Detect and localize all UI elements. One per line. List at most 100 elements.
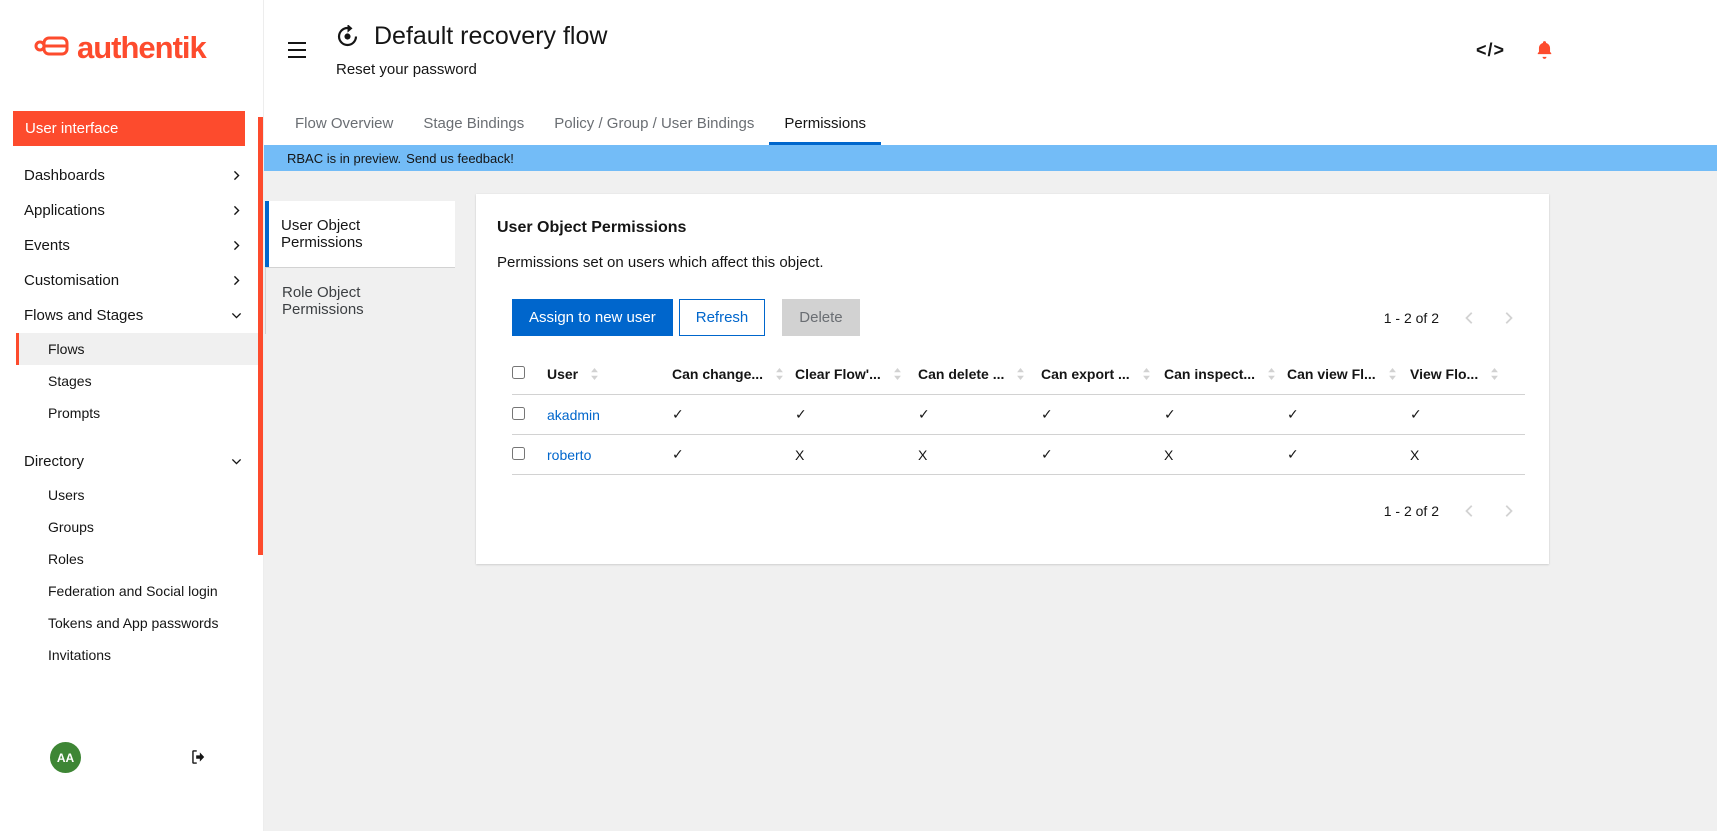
sort-icon bbox=[590, 368, 599, 380]
authentik-logo[interactable]: authentik bbox=[0, 0, 263, 66]
permission-cell: ✓ bbox=[918, 395, 1041, 435]
sidebar-section-gap bbox=[0, 429, 263, 444]
toolbar: Assign to new user Refresh Delete 1 - 2 … bbox=[512, 299, 1525, 336]
permission-cell: ✓ bbox=[672, 435, 795, 475]
column-header-clear-flow[interactable]: Clear Flow'... bbox=[795, 354, 918, 395]
row-checkbox[interactable] bbox=[512, 407, 525, 420]
tab-policy-group-user-bindings[interactable]: Policy / Group / User Bindings bbox=[539, 107, 769, 145]
sidebar-item-label: Events bbox=[24, 237, 70, 254]
feedback-link[interactable]: Send us feedback! bbox=[406, 151, 514, 166]
sidebar-item-user-interface[interactable]: User interface bbox=[13, 111, 245, 146]
row-checkbox[interactable] bbox=[512, 447, 525, 460]
sidebar-nav: Dashboards Applications Events Customisa… bbox=[0, 158, 263, 671]
pagination-top: 1 - 2 of 2 bbox=[1384, 310, 1525, 326]
sidebar-item-federation[interactable]: Federation and Social login bbox=[16, 575, 263, 607]
card-description: Permissions set on users which affect th… bbox=[497, 254, 1525, 271]
topbar-icons: </> bbox=[1476, 40, 1554, 61]
assign-to-new-user-button[interactable]: Assign to new user bbox=[512, 299, 673, 336]
sidebar-item-label: Dashboards bbox=[24, 167, 105, 184]
select-all-checkbox[interactable] bbox=[512, 366, 525, 379]
user-link[interactable]: akadmin bbox=[547, 407, 600, 423]
permission-cell: ✓ bbox=[1287, 395, 1410, 435]
permission-cell: X bbox=[1410, 435, 1525, 475]
sidebar-item-events[interactable]: Events bbox=[0, 228, 263, 263]
authentik-logo-icon bbox=[34, 35, 70, 61]
sidebar-footer: AA bbox=[0, 742, 263, 774]
pagination-label: 1 - 2 of 2 bbox=[1384, 503, 1439, 519]
column-header-can-export[interactable]: Can export ... bbox=[1041, 354, 1164, 395]
pagination-next-icon[interactable] bbox=[1501, 504, 1515, 518]
column-header-view-flow[interactable]: View Flo... bbox=[1410, 354, 1525, 395]
permission-cell: ✓ bbox=[795, 395, 918, 435]
sidebar: authentik User interface Dashboards Appl… bbox=[0, 0, 264, 831]
hamburger-menu-icon[interactable] bbox=[288, 42, 306, 63]
rbac-preview-banner: RBAC is in preview. Send us feedback! bbox=[264, 145, 1717, 171]
sidebar-scrollbar[interactable] bbox=[258, 117, 263, 555]
chevron-down-icon bbox=[231, 310, 242, 321]
sidebar-item-flows[interactable]: Flows bbox=[16, 333, 263, 365]
permissions-table: User Can change... Clear Flow'... Can de… bbox=[512, 354, 1525, 475]
pagination-bottom: 1 - 2 of 2 bbox=[512, 503, 1525, 519]
permission-cell: X bbox=[795, 435, 918, 475]
row-select-cell bbox=[512, 395, 547, 435]
sidebar-item-prompts[interactable]: Prompts bbox=[16, 397, 263, 429]
avatar[interactable]: AA bbox=[50, 742, 81, 773]
delete-button[interactable]: Delete bbox=[782, 299, 859, 336]
chevron-right-icon bbox=[231, 170, 242, 181]
user-cell: roberto bbox=[547, 435, 672, 475]
user-object-permissions-card: User Object Permissions Permissions set … bbox=[476, 194, 1549, 564]
chevron-right-icon bbox=[231, 275, 242, 286]
banner-text: RBAC is in preview. bbox=[287, 151, 401, 166]
sort-icon bbox=[1490, 368, 1499, 380]
card-inner: Assign to new user Refresh Delete 1 - 2 … bbox=[512, 299, 1525, 519]
pagination-prev-icon[interactable] bbox=[1463, 504, 1477, 518]
pagination-label: 1 - 2 of 2 bbox=[1384, 310, 1439, 326]
permission-cell: X bbox=[1164, 435, 1287, 475]
table-row: roberto ✓ X X ✓ X ✓ X bbox=[512, 435, 1525, 475]
chevron-right-icon bbox=[231, 240, 242, 251]
sidebar-item-dashboards[interactable]: Dashboards bbox=[0, 158, 263, 193]
chevron-down-icon bbox=[231, 456, 242, 467]
sidebar-item-customisation[interactable]: Customisation bbox=[0, 263, 263, 298]
sidebar-item-label: Applications bbox=[24, 202, 105, 219]
tab-permissions[interactable]: Permissions bbox=[769, 107, 881, 145]
tab-stage-bindings[interactable]: Stage Bindings bbox=[408, 107, 539, 145]
permission-cell: ✓ bbox=[1287, 435, 1410, 475]
chevron-right-icon bbox=[231, 205, 242, 216]
column-header-can-change[interactable]: Can change... bbox=[672, 354, 795, 395]
column-header-can-delete[interactable]: Can delete ... bbox=[918, 354, 1041, 395]
api-code-icon[interactable]: </> bbox=[1476, 40, 1505, 61]
page-header: Default recovery flow Reset your passwor… bbox=[264, 0, 1717, 107]
tab-flow-overview[interactable]: Flow Overview bbox=[280, 107, 408, 145]
sort-icon bbox=[893, 368, 902, 380]
sidebar-item-label: Directory bbox=[24, 453, 84, 470]
permissions-side-tabs: User Object Permissions Role Object Perm… bbox=[265, 201, 455, 334]
flow-icon bbox=[336, 25, 359, 48]
title-block: Default recovery flow Reset your passwor… bbox=[336, 22, 607, 78]
sort-icon bbox=[775, 368, 784, 380]
notifications-bell-icon[interactable] bbox=[1535, 40, 1554, 61]
sidebar-item-applications[interactable]: Applications bbox=[0, 193, 263, 228]
page-title: Default recovery flow bbox=[374, 22, 607, 51]
permission-cell: ✓ bbox=[672, 395, 795, 435]
pagination-next-icon[interactable] bbox=[1501, 311, 1515, 325]
sidebar-item-users[interactable]: Users bbox=[16, 479, 263, 511]
sidebar-item-tokens[interactable]: Tokens and App passwords bbox=[16, 607, 263, 639]
sidebar-item-flows-and-stages[interactable]: Flows and Stages bbox=[0, 298, 263, 333]
user-link[interactable]: roberto bbox=[547, 447, 591, 463]
permission-cell: ✓ bbox=[1041, 435, 1164, 475]
tab-user-object-permissions[interactable]: User Object Permissions bbox=[265, 201, 455, 267]
tab-role-object-permissions[interactable]: Role Object Permissions bbox=[265, 267, 455, 334]
sidebar-item-roles[interactable]: Roles bbox=[16, 543, 263, 575]
sidebar-item-directory[interactable]: Directory bbox=[0, 444, 263, 479]
sidebar-item-invitations[interactable]: Invitations bbox=[16, 639, 263, 671]
sidebar-item-stages[interactable]: Stages bbox=[16, 365, 263, 397]
column-header-can-inspect[interactable]: Can inspect... bbox=[1164, 354, 1287, 395]
logout-icon[interactable] bbox=[189, 748, 209, 766]
column-header-user[interactable]: User bbox=[547, 354, 672, 395]
sort-icon bbox=[1267, 368, 1276, 380]
refresh-button[interactable]: Refresh bbox=[679, 299, 766, 336]
column-header-can-view[interactable]: Can view Fl... bbox=[1287, 354, 1410, 395]
pagination-prev-icon[interactable] bbox=[1463, 311, 1477, 325]
sidebar-item-groups[interactable]: Groups bbox=[16, 511, 263, 543]
